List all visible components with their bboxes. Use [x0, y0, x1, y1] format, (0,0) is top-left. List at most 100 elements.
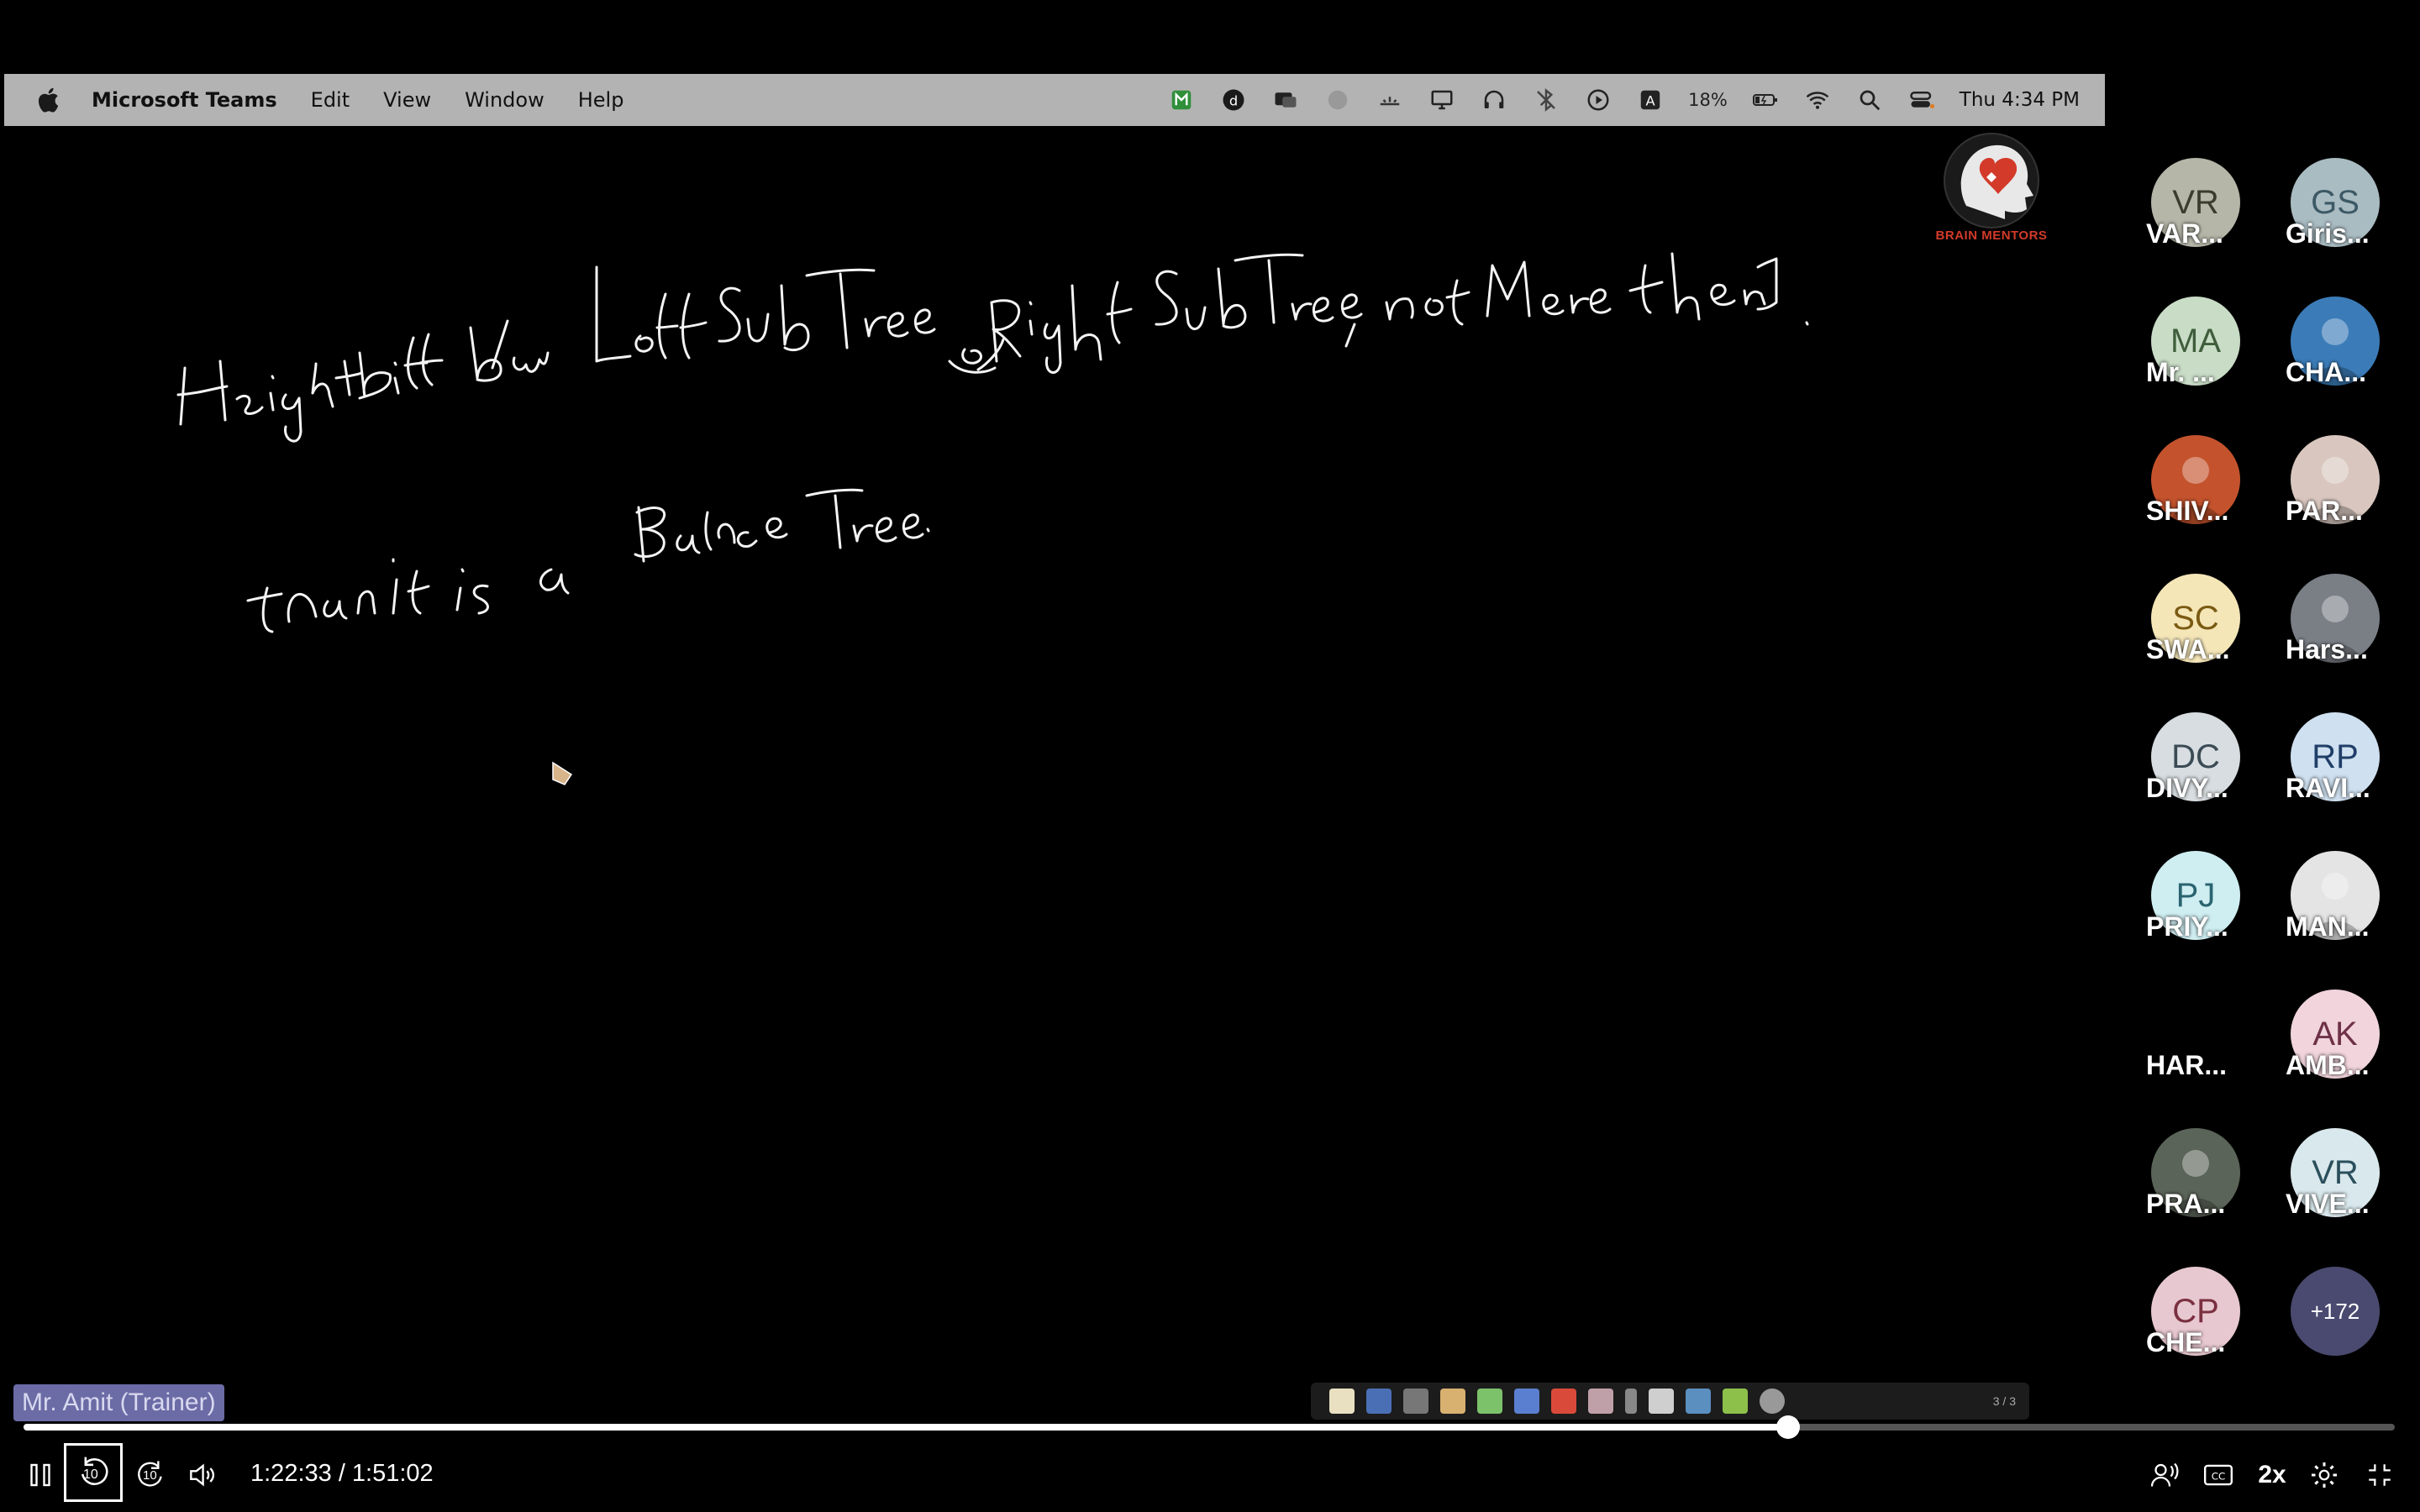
screen-share-icon[interactable]	[1271, 86, 1300, 114]
bluetooth-off-icon[interactable]	[1532, 86, 1560, 114]
participant-name: DIVY...	[2146, 773, 2228, 803]
participant-tile[interactable]: GS Giris...	[2274, 151, 2400, 277]
playback-time: 1:22:33 / 1:51:02	[250, 1460, 434, 1487]
exit-fullscreen-icon	[2369, 1464, 2391, 1486]
headphones-icon[interactable]	[1480, 86, 1508, 114]
spotlight-search-icon[interactable]	[1855, 86, 1884, 114]
annotation-page-indicator: 3 / 3	[1992, 1394, 2016, 1408]
skip-back-button[interactable]: 10	[64, 1443, 123, 1502]
player-settings-button[interactable]	[2306, 1457, 2343, 1494]
participant-tile[interactable]: HAR...	[2134, 983, 2260, 1109]
text-tool-icon[interactable]	[1514, 1389, 1539, 1414]
participant-tile[interactable]: Hars...	[2274, 567, 2400, 693]
participant-name: HAR...	[2146, 1050, 2227, 1080]
participant-tile[interactable]: SC SWA...	[2134, 567, 2260, 693]
skip-back-seconds: 10	[83, 1467, 98, 1482]
participant-tile[interactable]: VR VIVE...	[2274, 1121, 2400, 1247]
play-circle-icon[interactable]	[1584, 86, 1612, 114]
participant-name: PAR...	[2286, 496, 2363, 526]
menu-window[interactable]: Window	[465, 88, 544, 112]
participant-tile[interactable]: MA Mr. ...	[2134, 290, 2260, 416]
battery-icon[interactable]	[1751, 86, 1780, 114]
pause-button[interactable]	[24, 1458, 57, 1492]
presenter-label: Mr. Amit (Trainer)	[13, 1384, 224, 1421]
status-tray: d A 18% Thu 4:34 PM	[1167, 86, 2080, 114]
participant-tile[interactable]: MAN...	[2274, 844, 2400, 970]
participant-tile[interactable]: CP CHE...	[2134, 1260, 2260, 1386]
volume-button[interactable]	[183, 1457, 220, 1494]
progress-scrubber[interactable]	[1776, 1415, 1800, 1439]
d-app-icon[interactable]: d	[1219, 86, 1248, 114]
participant-name: CHE...	[2146, 1327, 2226, 1357]
participant-name: MAN...	[2286, 911, 2370, 942]
bluetooth-dots-icon[interactable]	[1376, 86, 1404, 114]
menu-bar: Microsoft Teams Edit View Window Help d …	[4, 74, 2105, 126]
cloud-icon[interactable]	[1323, 86, 1352, 114]
participant-tile[interactable]: VR VAR...	[2134, 151, 2260, 277]
whiteboard[interactable]	[0, 126, 2105, 1386]
screen-color-icon[interactable]	[1723, 1389, 1748, 1414]
svg-text:CC: CC	[2212, 1471, 2226, 1483]
shapes-tool-icon[interactable]	[1551, 1389, 1576, 1414]
participant-name: SHIV...	[2146, 496, 2229, 526]
whiteboard-tool-icon[interactable]	[1649, 1389, 1674, 1414]
blue-pen-icon[interactable]	[1366, 1389, 1392, 1414]
video-progress-bar[interactable]	[24, 1415, 2395, 1439]
closed-captions-icon: CC	[2203, 1464, 2233, 1486]
participant-name: Giris...	[2286, 218, 2370, 249]
participant-tile[interactable]: PAR...	[2274, 428, 2400, 554]
participant-name: SWA...	[2146, 634, 2230, 664]
gear-icon	[2312, 1462, 2337, 1488]
skip-forward-seconds: 10	[143, 1468, 157, 1483]
more-participants-tile[interactable]: +172	[2274, 1260, 2400, 1386]
participant-tile[interactable]: AK AMB...	[2274, 983, 2400, 1109]
participant-tile[interactable]: SHIV...	[2134, 428, 2260, 554]
fullscreen-exit-button[interactable]	[2361, 1457, 2398, 1494]
laser-tool-icon[interactable]	[1686, 1389, 1711, 1414]
participant-name: RAVI...	[2286, 773, 2370, 803]
captions-button[interactable]: CC	[2200, 1457, 2237, 1494]
pointer-icon[interactable]	[1625, 1389, 1637, 1414]
participant-name: PRIY...	[2146, 911, 2228, 942]
svg-text:d: d	[1229, 92, 1238, 108]
skip-forward-button[interactable]: 10	[131, 1455, 171, 1495]
people-audio-icon	[2150, 1462, 2179, 1487]
clear-eraser-icon[interactable]	[1588, 1389, 1613, 1414]
menu-edit[interactable]: Edit	[311, 88, 350, 112]
green-app-icon[interactable]	[1167, 86, 1196, 114]
toolbar-settings-icon[interactable]	[1760, 1389, 1785, 1414]
menubar-clock[interactable]: Thu 4:34 PM	[1960, 89, 2080, 111]
playback-rate-button[interactable]: 2x	[2254, 1458, 2291, 1492]
participant-name: Mr. ...	[2146, 357, 2215, 387]
eraser-icon[interactable]	[1403, 1389, 1428, 1414]
pencil-icon[interactable]	[1440, 1389, 1465, 1414]
keyboard-input-icon[interactable]: A	[1636, 86, 1665, 114]
participants-audio-button[interactable]	[2146, 1457, 2183, 1494]
control-center-icon[interactable]	[1907, 86, 1936, 114]
participant-tile[interactable]: PJ PRIY...	[2134, 844, 2260, 970]
participant-tile[interactable]: RP RAVI...	[2274, 706, 2400, 832]
participant-name: CHA...	[2286, 357, 2366, 387]
wifi-icon[interactable]	[1803, 86, 1832, 114]
display-icon[interactable]	[1428, 86, 1456, 114]
svg-text:A: A	[1646, 92, 1655, 108]
participant-tile[interactable]: DC DIVY...	[2134, 706, 2260, 832]
participant-name: AMB...	[2286, 1050, 2370, 1080]
annotation-toolbar: 3 / 3	[1311, 1383, 2029, 1420]
pause-icon	[30, 1463, 50, 1487]
handwriting-ink	[176, 252, 1809, 785]
select-pen-icon[interactable]	[1329, 1389, 1355, 1414]
participant-tile[interactable]: CHA...	[2274, 290, 2400, 416]
apple-icon[interactable]	[34, 85, 65, 115]
menu-help[interactable]: Help	[578, 88, 624, 112]
highlighter-icon[interactable]	[1477, 1389, 1502, 1414]
volume-icon	[190, 1463, 215, 1487]
participant-tile[interactable]: PRA...	[2134, 1121, 2260, 1247]
menu-app-name[interactable]: Microsoft Teams	[92, 88, 277, 112]
participant-name: VAR...	[2146, 218, 2223, 249]
progress-fill	[24, 1424, 1788, 1431]
menu-view[interactable]: View	[383, 88, 431, 112]
pen-cursor	[552, 761, 573, 785]
participant-name: PRA...	[2146, 1189, 2226, 1219]
overflow-count-badge: +172	[2291, 1267, 2380, 1356]
